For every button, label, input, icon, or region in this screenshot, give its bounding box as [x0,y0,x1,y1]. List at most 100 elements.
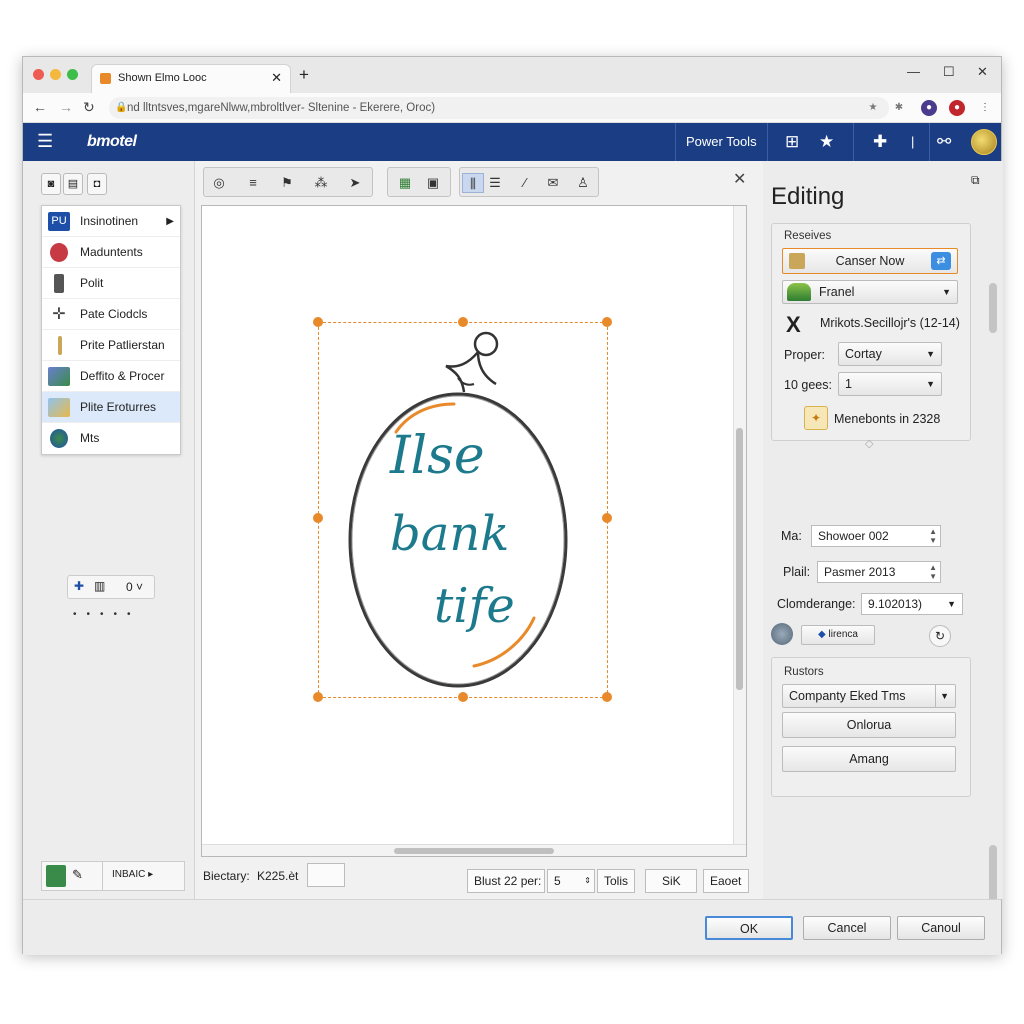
trash-icon[interactable]: ▥ [94,579,105,593]
design-canvas[interactable]: Ilse bank tife [201,205,747,857]
menu-item-3[interactable]: ✛ Pate Ciodcls [42,299,180,330]
ok-button[interactable]: OK [705,916,793,940]
close-icon[interactable]: ✕ [977,64,988,80]
globe-icon[interactable] [771,623,793,645]
sik-button[interactable]: SiK [645,869,697,893]
puzzle-icon[interactable]: ✦ [804,406,828,430]
resize-handle-br[interactable] [602,692,612,702]
menu-item-4[interactable]: Prite Patlierstan [42,330,180,361]
minimize-icon[interactable]: — [907,64,920,79]
canser-now-button[interactable]: Canser Now ⇄ [782,248,958,274]
user-tool-icon[interactable]: ♙ [572,173,594,193]
share-icon[interactable]: ⇄ [931,252,951,270]
zoom-select[interactable]: 0 ˅ [126,580,143,594]
menu-item-2[interactable]: Polit [42,268,180,299]
camera-icon[interactable]: ◙ [41,173,61,195]
user-avatar[interactable] [971,129,997,155]
spinner-icon[interactable]: ▲ ▼ [929,563,937,581]
extension-icon[interactable]: ✱ [891,100,907,116]
tab-close-icon[interactable]: ✕ [271,70,282,86]
maximize-window-dot[interactable] [67,69,78,80]
list-tool-icon[interactable]: ☰ [484,173,506,193]
minimize-window-dot[interactable] [50,69,61,80]
vertical-scrollbar[interactable] [733,206,746,856]
tolis-button[interactable]: Tolis [597,869,635,893]
ornament-artwork[interactable]: Ilse bank tife [313,317,612,702]
document-icon[interactable]: ▤ [63,173,83,195]
blust-number-input[interactable]: 5 ⇕ [547,869,595,893]
flag-tool-icon[interactable]: ⚑ [276,173,298,193]
url-field[interactable]: 🔒 nd lltntsves,mgareNlww,mbroltlver- Slt… [109,97,889,119]
canvas-close-icon[interactable]: ✕ [733,169,746,189]
plus-icon[interactable]: ✚ [873,132,887,152]
ma-input[interactable]: Showoer 002 ▲ ▼ [811,525,941,547]
extension-red-icon[interactable]: ● [949,100,965,116]
more-menu-icon[interactable]: ⋮ [977,100,993,116]
horizontal-scrollbar[interactable] [202,844,746,856]
onlorua-button[interactable]: Onlorua [782,712,956,738]
inbaic-button[interactable]: INBAIC ▸ [112,869,153,880]
bookmark-star-icon[interactable]: ★ [865,100,881,116]
menu-item-5[interactable]: Deffito & Procer [42,361,180,392]
resize-handle-b[interactable] [458,692,468,702]
back-icon[interactable]: ← [33,99,47,115]
hamburger-menu-icon[interactable]: ☰ [37,131,53,152]
resize-handle-tl[interactable] [313,317,323,327]
star-icon[interactable]: ★ [819,132,834,152]
panel-scroll-thumb[interactable] [989,283,997,333]
profile-icon[interactable]: ● [921,100,937,116]
plail-input[interactable]: Pasmer 2013 ▲ ▼ [817,561,941,583]
resize-handle-bl[interactable] [313,692,323,702]
x-icon[interactable]: X [786,312,801,338]
pin-icon[interactable]: ✚ [74,579,84,593]
slash-tool-icon[interactable]: ⁄ [514,173,536,193]
menu-item-6[interactable]: Plite Eroturres [42,392,180,423]
canoul-button[interactable]: Canoul [897,916,985,940]
group-tool-icon[interactable]: ⁂ [310,173,332,193]
align-tool-icon[interactable]: ≡ [242,173,264,193]
menu-item-0[interactable]: PU Insinotinen ▶ [42,206,180,237]
blust-field[interactable]: Blust 22 per: [467,869,545,893]
edit-pen-icon[interactable]: ✎ [72,867,83,883]
amang-button[interactable]: Amang [782,746,956,772]
new-tab-icon[interactable]: + [299,65,309,85]
maximize-icon[interactable]: ☐ [943,64,955,80]
lirenca-chip[interactable]: ◆ lirenca [801,625,875,645]
chart-tool-icon[interactable]: ▦ [394,173,416,193]
resize-handle-l[interactable] [313,513,323,523]
resize-handle-r[interactable] [602,513,612,523]
link-icon[interactable]: ⚯ [937,132,951,152]
popout-icon[interactable]: ⧉ [971,173,980,188]
company-select[interactable]: Companty Eked Tms ▼ [782,684,956,708]
battery-icon[interactable] [46,865,66,887]
menu-item-1[interactable]: Maduntents [42,237,180,268]
spinner-icon[interactable]: ▲ ▼ [929,527,937,545]
eaoet-button[interactable]: Eaoet [703,869,749,893]
refresh-icon[interactable]: ↻ [929,625,951,647]
power-tools-button[interactable]: Power Tools [675,123,768,161]
reload-icon[interactable]: ↻ [83,99,95,116]
forward-icon[interactable]: → [59,99,73,115]
horizontal-scroll-thumb[interactable] [394,848,554,854]
forward-tool-icon[interactable]: ➤ [344,173,366,193]
editing-panel: Editing ⧉ Reseives Canser Now ⇄ Franel ▼… [763,161,1003,941]
text-columns-tool-icon[interactable]: ⫼ [462,173,484,193]
proper-select[interactable]: Cortay ▼ [838,342,942,366]
mail-tool-icon[interactable]: ✉ [542,173,564,193]
gees-select[interactable]: 1 ▼ [838,372,942,396]
vertical-scroll-thumb[interactable] [736,428,743,690]
pagination-dots[interactable]: ••••• [73,609,141,620]
grid-icon[interactable]: ⊞ [785,132,799,152]
cancel-button[interactable]: Cancel [803,916,891,940]
resize-handle-t[interactable] [458,317,468,327]
resize-handle-tr[interactable] [602,317,612,327]
spiral-tool-icon[interactable]: ◎ [208,173,230,193]
print-tool-icon[interactable]: ▣ [422,173,444,193]
save-icon[interactable]: ◘ [87,173,107,195]
status-input[interactable] [307,863,345,887]
menu-item-7[interactable]: Mts [42,423,180,454]
clomderange-select[interactable]: 9.102013) ▼ [861,593,963,615]
franel-select[interactable]: Franel ▼ [782,280,958,304]
close-window-dot[interactable] [33,69,44,80]
browser-tab[interactable]: Shown Elmo Looc ✕ [91,64,291,93]
